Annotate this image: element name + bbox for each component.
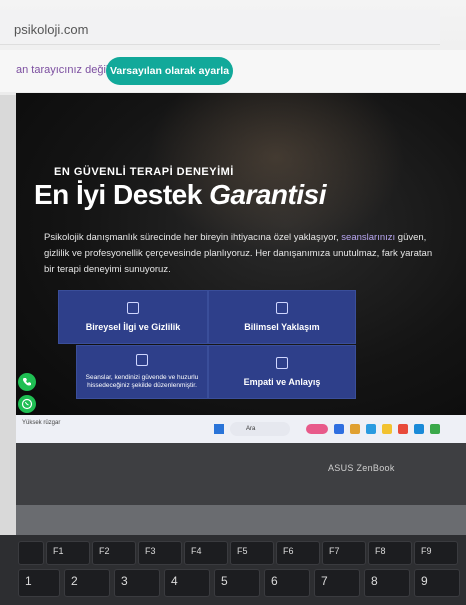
hero-headline: En İyi Destek Garantisi xyxy=(34,179,326,211)
app-icon[interactable] xyxy=(382,424,392,434)
phone-icon xyxy=(23,378,31,386)
fn-key[interactable]: F6 xyxy=(276,541,320,565)
app-icon[interactable] xyxy=(366,424,376,434)
taskbar-search[interactable]: Ara xyxy=(230,422,290,436)
address-bar[interactable]: psikoloji.com xyxy=(0,10,440,45)
feature-label: Empati ve Anlayış xyxy=(243,377,321,387)
fn-key[interactable]: F3 xyxy=(138,541,182,565)
number-key[interactable]: 4 xyxy=(164,569,210,597)
fn-key[interactable]: F2 xyxy=(92,541,136,565)
body-highlight: seanslarınızı xyxy=(341,232,396,243)
fn-key[interactable]: F8 xyxy=(368,541,412,565)
windows-taskbar: Yüksek rüzgar Ara xyxy=(16,415,466,443)
hero-body: Psikolojik danışmanlık sürecinde her bir… xyxy=(44,230,444,278)
number-key[interactable]: 1 xyxy=(18,569,60,597)
feature-label: Seanslar, kendinizi güvende ve huzurlu h… xyxy=(85,374,199,389)
taskbar-apps xyxy=(306,424,466,434)
laptop-brand: ASUS ZenBook xyxy=(328,463,395,473)
number-key[interactable]: 6 xyxy=(264,569,310,597)
headline-emphasis: Garantisi xyxy=(209,179,326,210)
laptop-keyboard: F1 F2 F3 F4 F5 F6 F7 F8 F9 1 2 3 4 5 6 7… xyxy=(0,535,466,605)
fn-key[interactable]: F9 xyxy=(414,541,458,565)
feature-label: Bireysel İlgi ve Gizlilik xyxy=(85,322,181,332)
website-screen: EN GÜVENLİ TERAPİ DENEYİMİ En İyi Destek… xyxy=(16,93,466,423)
fn-key[interactable]: F7 xyxy=(322,541,366,565)
whatsapp-float-button[interactable] xyxy=(18,395,36,413)
number-key[interactable]: 5 xyxy=(214,569,260,597)
set-default-button[interactable]: Varsayılan olarak ayarla xyxy=(106,57,233,85)
laptop-hinge xyxy=(16,505,466,535)
chrome-icon[interactable] xyxy=(430,424,440,434)
feature-card: Bilimsel Yaklaşım xyxy=(208,290,356,344)
whatsapp-icon xyxy=(21,398,33,410)
shield-icon xyxy=(136,354,148,366)
fn-key[interactable]: F1 xyxy=(46,541,90,565)
number-key[interactable]: 3 xyxy=(114,569,160,597)
feature-label: Bilimsel Yaklaşım xyxy=(244,322,320,332)
url-text: psikoloji.com xyxy=(14,22,89,37)
document-icon xyxy=(127,302,139,314)
feature-card: Seanslar, kendinizi güvende ve huzurlu h… xyxy=(76,345,208,399)
eye-icon xyxy=(276,302,288,314)
app-icon[interactable] xyxy=(306,424,328,434)
number-key[interactable]: 2 xyxy=(64,569,110,597)
number-key[interactable]: 7 xyxy=(314,569,360,597)
app-icon[interactable] xyxy=(398,424,408,434)
feature-card: Empati ve Anlayış xyxy=(208,345,356,399)
hero-eyebrow: EN GÜVENLİ TERAPİ DENEYİMİ xyxy=(54,166,234,178)
body-pre: Psikolojik danışmanlık sürecinde her bir… xyxy=(44,232,342,243)
fn-key[interactable]: F4 xyxy=(184,541,228,565)
app-icon[interactable] xyxy=(334,424,344,434)
phone-float-button[interactable] xyxy=(18,373,36,391)
esc-key[interactable] xyxy=(18,541,44,565)
notice-text: an tarayıcınız değil xyxy=(16,64,109,76)
headline-main: En İyi Destek xyxy=(34,179,210,210)
weather-widget[interactable]: Yüksek rüzgar xyxy=(22,420,60,426)
number-key[interactable]: 8 xyxy=(364,569,410,597)
folder-icon[interactable] xyxy=(350,424,360,434)
laptop-bezel: ASUS ZenBook xyxy=(16,443,466,505)
feature-card: Bireysel İlgi ve Gizlilik xyxy=(58,290,208,344)
windows-start-icon[interactable] xyxy=(214,424,224,434)
heart-icon xyxy=(276,357,288,369)
default-browser-notice: an tarayıcınız değil Varsayılan olarak a… xyxy=(0,50,466,92)
fn-key[interactable]: F5 xyxy=(230,541,274,565)
browser-chrome: psikoloji.com an tarayıcınız değil Varsa… xyxy=(0,0,466,95)
number-key[interactable]: 9 xyxy=(414,569,460,597)
app-icon[interactable] xyxy=(414,424,424,434)
feature-grid: Bireysel İlgi ve Gizlilik Bilimsel Yakla… xyxy=(58,290,358,400)
